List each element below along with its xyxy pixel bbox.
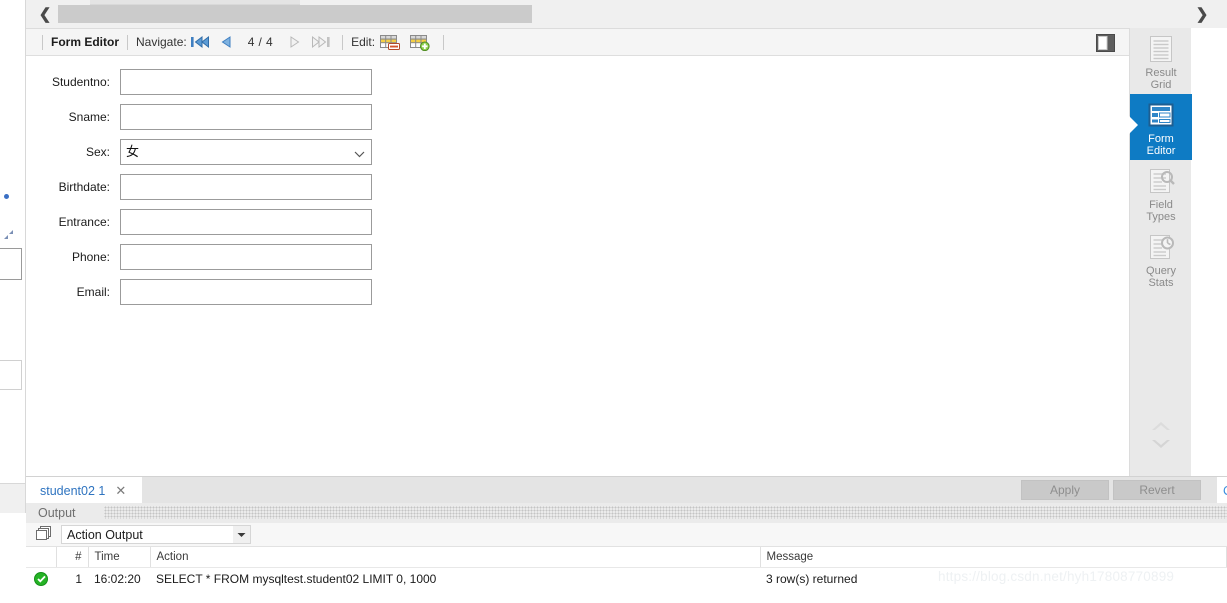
background-input-box [0, 248, 22, 280]
result-tab-bar: student02 1 ✕ Apply Revert Co [26, 476, 1227, 504]
label-studentno: Studentno: [51, 74, 110, 89]
table-header-row: # Time Action Message [26, 547, 1227, 568]
previous-record-icon[interactable] [214, 32, 238, 52]
stacked-windows-icon [36, 525, 53, 544]
row-number: 1 [56, 567, 88, 591]
chevron-right-icon[interactable]: ❯ [1191, 4, 1213, 24]
output-panel-header: Output [26, 503, 1227, 523]
select-sex[interactable]: 女男 [120, 138, 372, 165]
form-editor-toolbar: Form Editor Navigate: 4 / 4 Edit: [26, 29, 1129, 56]
label-phone: Phone: [71, 249, 110, 264]
output-toolbar: Action OutputText OutputHistory Output [26, 523, 1227, 547]
form-editor-icon [1146, 100, 1176, 130]
background-left-panel [0, 0, 26, 483]
output-header-dotted-rule [104, 506, 1227, 519]
input-sname[interactable] [120, 103, 372, 130]
field-row-birthdate: Birthdate: [26, 173, 1129, 200]
field-row-studentno: Studentno: [26, 68, 1129, 95]
toolbar-divider [42, 34, 43, 50]
rail-label-field-types: Field Types [1146, 199, 1176, 223]
column-header-number: # [56, 547, 89, 568]
output-panel-title: Output [38, 506, 82, 520]
add-row-icon[interactable] [407, 32, 433, 52]
label-sex: Sex: [85, 144, 110, 159]
background-footer-strip [0, 483, 26, 513]
row-action: SELECT * FROM mysqltest.student02 LIMIT … [150, 567, 760, 591]
result-tab-student02[interactable]: student02 1 ✕ [26, 477, 142, 504]
chevron-left-icon[interactable]: ❮ [34, 4, 56, 24]
check-circle-icon [34, 572, 48, 587]
rail-label-result-grid: Result Grid [1145, 67, 1177, 91]
rail-item-query-stats[interactable]: Query Stats [1130, 226, 1192, 292]
toggle-sidebar-icon[interactable] [1095, 33, 1115, 52]
toolbar-divider [127, 34, 128, 50]
field-row-sname: Sname: [26, 103, 1129, 130]
output-panel: Output Action OutputText OutputHistory O… [26, 503, 1227, 603]
form-fields-container: Studentno: Sname: Sex: 女男 Birthdate: Ent… [26, 56, 1129, 476]
field-row-phone: Phone: [26, 243, 1129, 270]
form-editor-title: Form Editor [51, 35, 119, 49]
column-header-status [26, 547, 57, 568]
delete-row-icon[interactable] [377, 32, 403, 52]
last-record-icon[interactable] [309, 32, 333, 52]
column-header-message: Message [760, 547, 1227, 568]
field-types-icon [1146, 166, 1176, 196]
rail-right-background [1191, 28, 1227, 476]
result-grid-icon [1146, 34, 1176, 64]
rail-label-form-editor: Form Editor [1146, 133, 1176, 157]
rail-scroll-controls [1130, 414, 1192, 458]
background-dot-marker [4, 194, 9, 199]
toolbar-divider [443, 34, 445, 50]
tabstrip-scroll-track[interactable] [58, 5, 532, 23]
result-tab-label: student02 1 [40, 483, 106, 498]
column-header-action: Action [150, 547, 761, 568]
revert-button[interactable]: Revert [1113, 480, 1201, 500]
label-email: Email: [76, 284, 110, 299]
rail-label-query-stats: Query Stats [1146, 265, 1176, 289]
row-time: 16:02:20 [88, 567, 150, 591]
field-row-sex: Sex: 女男 [26, 138, 1129, 165]
trailing-clipped-label[interactable]: Co [1217, 477, 1227, 504]
label-birthdate: Birthdate: [58, 179, 110, 194]
result-view-rail: Result Grid Form Editor Field Types Quer… [1129, 28, 1192, 476]
column-header-time: Time [88, 547, 151, 568]
label-entrance: Entrance: [58, 214, 110, 229]
edit-label: Edit: [351, 35, 376, 49]
toolbar-divider [342, 34, 344, 50]
background-input-box-2 [0, 360, 22, 390]
input-phone[interactable] [120, 243, 372, 270]
close-icon[interactable]: ✕ [113, 484, 128, 497]
field-row-email: Email: [26, 278, 1129, 305]
row-status-cell [26, 567, 56, 591]
navigate-label: Navigate: [136, 35, 187, 49]
output-source-select[interactable]: Action OutputText OutputHistory Output [61, 525, 251, 544]
editor-tab-scrollbar: ❮ ❯ [26, 0, 1227, 28]
first-record-icon[interactable] [188, 32, 212, 52]
query-stats-icon [1146, 232, 1176, 262]
input-studentno[interactable] [120, 68, 372, 95]
input-email[interactable] [120, 278, 372, 305]
apply-button[interactable]: Apply [1021, 480, 1109, 500]
rail-item-result-grid[interactable]: Result Grid [1130, 28, 1192, 94]
rail-item-field-types[interactable]: Field Types [1130, 160, 1192, 226]
input-birthdate[interactable] [120, 173, 372, 200]
expand-arrows-icon [4, 228, 13, 239]
form-editor-region: Form Editor Navigate: 4 / 4 Edit: Studen… [26, 28, 1129, 476]
chevron-up-icon[interactable] [1149, 419, 1173, 436]
label-sname: Sname: [68, 109, 110, 124]
record-position: 4 / 4 [247, 35, 274, 49]
select-sex-wrapper: 女男 [120, 138, 372, 165]
input-entrance[interactable] [120, 208, 372, 235]
field-row-entrance: Entrance: [26, 208, 1129, 235]
output-source-select-wrapper: Action OutputText OutputHistory Output [61, 525, 251, 544]
watermark: https://blog.csdn.net/hyh17808770899 [938, 569, 1175, 584]
rail-item-form-editor[interactable]: Form Editor [1129, 94, 1192, 160]
chevron-down-icon[interactable] [1149, 437, 1173, 454]
next-record-icon[interactable] [283, 32, 307, 52]
